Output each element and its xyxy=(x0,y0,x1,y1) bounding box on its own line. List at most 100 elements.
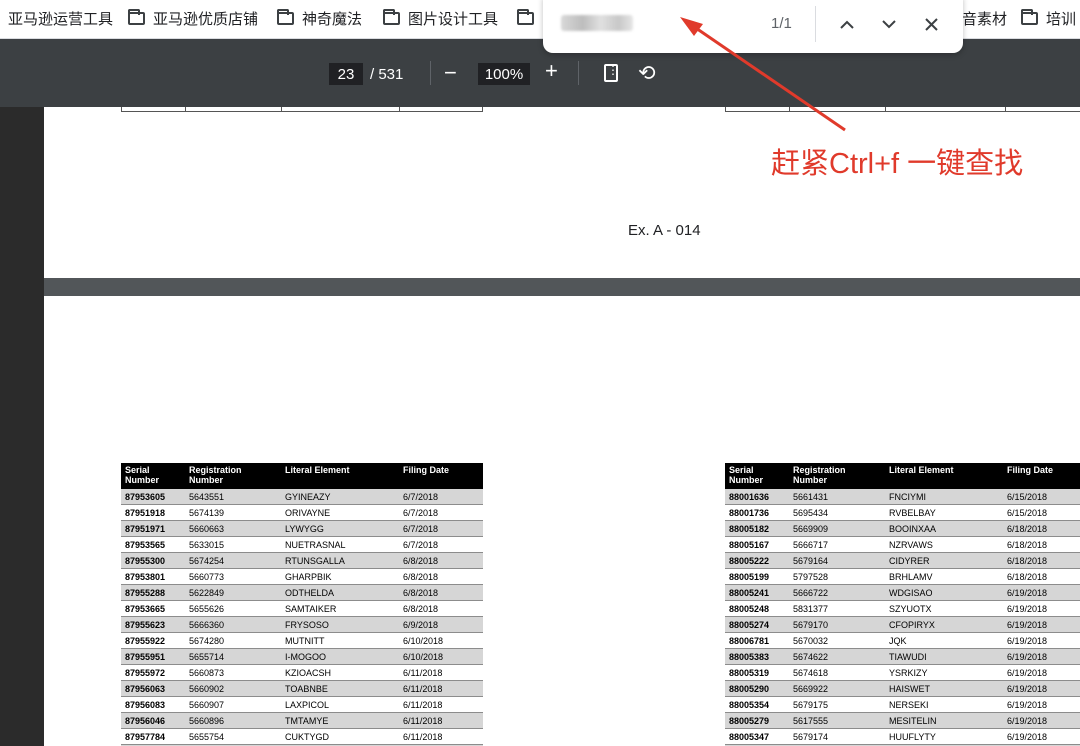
table-row: 87956083 5660907 LAXPICOL 6/11/2018 xyxy=(121,696,483,713)
bookmark-folder[interactable] xyxy=(517,8,542,28)
table-cell: 5655754 xyxy=(185,728,281,745)
page-number-input[interactable]: 23 xyxy=(329,63,363,85)
find-next-button[interactable] xyxy=(875,10,903,38)
table-row: 88006781 5670032 JQK 6/19/2018 xyxy=(725,632,1080,649)
table-cell: 6/10/2018 xyxy=(399,632,483,649)
table-cell: 5831377 xyxy=(789,600,885,617)
table-cell: 88005274 xyxy=(725,616,789,633)
column-header: Registration Number xyxy=(185,463,281,489)
column-header: Literal Element xyxy=(885,463,1003,489)
annotation-text: 赶紧Ctrl+f 一键查找 xyxy=(771,148,1024,180)
table-cell: 5674622 xyxy=(789,648,885,665)
table-cell: 6/19/2018 xyxy=(1003,600,1080,617)
table-cell: 5674280 xyxy=(185,632,281,649)
table-cell: 6/7/2018 xyxy=(399,504,483,521)
table-cell: 5617555 xyxy=(789,712,885,729)
column-header: Filing Date xyxy=(1003,463,1080,489)
table-cell: MUTNITT xyxy=(281,632,399,649)
table-cell: TIAWUDI xyxy=(885,648,1003,665)
table-cell: SZYUOTX xyxy=(885,600,1003,617)
table-row: 88005274 5679170 CFOPIRYX 6/19/2018 xyxy=(725,616,1080,633)
right-data-table: Serial Number Registration Number Literal … xyxy=(725,463,1080,746)
pdf-viewer[interactable]: Ex. A - 014 Serial Number Registration Nu… xyxy=(0,107,1080,746)
table-cell: LYWYGG xyxy=(281,520,399,537)
table-row: 87955623 5666360 FRYSOSO 6/9/2018 xyxy=(121,616,483,633)
table-cell: 5669909 xyxy=(789,520,885,537)
table-cell: 5797528 xyxy=(789,568,885,585)
folder-icon xyxy=(277,8,294,25)
bookmark-folder[interactable]: 神奇魔法 xyxy=(277,8,362,28)
table-cell: 6/19/2018 xyxy=(1003,728,1080,745)
column-header: Literal Element xyxy=(281,463,399,489)
table-row: 87955951 5655714 I-MOGOO 6/10/2018 xyxy=(121,648,483,665)
table-row: 87956063 5660902 TOABNBE 6/11/2018 xyxy=(121,680,483,697)
bookmark-label: 培训 xyxy=(1046,10,1077,28)
column-header: Registration Number xyxy=(789,463,885,489)
toolbar-divider xyxy=(430,61,431,85)
bookmark-item[interactable]: 亚马逊运营工具 xyxy=(8,8,113,28)
fit-page-icon[interactable] xyxy=(604,63,619,82)
table-cell: 87953565 xyxy=(121,536,185,553)
table-cell: 5674139 xyxy=(185,504,281,521)
column-header: Filing Date xyxy=(399,463,483,489)
table-cell: CFOPIRYX xyxy=(885,616,1003,633)
table-cell: GYINEAZY xyxy=(281,489,399,505)
table-cell: 87956083 xyxy=(121,696,185,713)
chevron-down-icon xyxy=(882,19,896,28)
table-cell: 88005354 xyxy=(725,696,789,713)
table-cell: 6/11/2018 xyxy=(399,680,483,697)
table-cell: 88001736 xyxy=(725,504,789,521)
table-cell: 6/7/2018 xyxy=(399,536,483,553)
rotate-icon[interactable]: ⟲ xyxy=(638,61,656,86)
bookmark-folder[interactable]: 图片设计工具 xyxy=(383,8,498,28)
find-previous-button[interactable] xyxy=(833,10,861,38)
bookmark-item[interactable]: 音素材 xyxy=(962,8,1007,28)
table-cell: 87953605 xyxy=(121,489,185,505)
table-cell: BOOINXAA xyxy=(885,520,1003,537)
table-cell: 6/19/2018 xyxy=(1003,664,1080,681)
table-cell: 6/19/2018 xyxy=(1003,680,1080,697)
table-cell: 6/10/2018 xyxy=(399,648,483,665)
zoom-level-input[interactable]: 100% xyxy=(478,63,530,85)
table-cell: 87956063 xyxy=(121,680,185,697)
table-cell: 88005167 xyxy=(725,536,789,553)
table-cell: 6/11/2018 xyxy=(399,728,483,745)
table-row: 88005290 5669922 HAISWET 6/19/2018 xyxy=(725,680,1080,697)
find-close-button[interactable] xyxy=(917,10,945,38)
table-cell: 87955288 xyxy=(121,584,185,601)
table-cell: 6/8/2018 xyxy=(399,552,483,569)
toolbar-divider xyxy=(578,61,579,85)
table-row: 87951918 5674139 ORIVAYNE 6/7/2018 xyxy=(121,504,483,521)
table-row: 88005182 5669909 BOOINXAA 6/18/2018 xyxy=(725,520,1080,537)
table-cell: 5666722 xyxy=(789,584,885,601)
table-cell: 5660663 xyxy=(185,520,281,537)
table-cell: 5666360 xyxy=(185,616,281,633)
table-row: 88001636 5661431 FNCIYMI 6/15/2018 xyxy=(725,489,1080,505)
table-cell: 87955922 xyxy=(121,632,185,649)
table-row: 88005347 5679174 HUUFLYTY 6/19/2018 xyxy=(725,728,1080,745)
table-cell: 5655626 xyxy=(185,600,281,617)
table-cell: 88005290 xyxy=(725,680,789,697)
bookmark-label: 神奇魔法 xyxy=(302,10,363,28)
bookmark-folder[interactable]: 亚马逊优质店铺 xyxy=(128,8,258,28)
find-divider xyxy=(815,6,816,42)
bookmark-label: 音素材 xyxy=(962,10,1008,28)
table-cell: NERSEKI xyxy=(885,696,1003,713)
table-cell: SAMTAIKER xyxy=(281,600,399,617)
bookmark-folder[interactable]: 培训 xyxy=(1021,8,1076,28)
table-cell: 6/11/2018 xyxy=(399,664,483,681)
table-cell: 88005182 xyxy=(725,520,789,537)
table-cell: 87955623 xyxy=(121,616,185,633)
find-bar: 1/1 xyxy=(543,0,963,53)
table-cell: 5679164 xyxy=(789,552,885,569)
zoom-out-button[interactable]: − xyxy=(444,60,457,86)
table-cell: 5669922 xyxy=(789,680,885,697)
table-row: 87956046 5660896 TMTAMYE 6/11/2018 xyxy=(121,712,483,729)
table-cell: 6/19/2018 xyxy=(1003,696,1080,713)
folder-icon xyxy=(128,8,145,25)
zoom-in-button[interactable]: + xyxy=(545,58,558,84)
table-cell: ODTHELDA xyxy=(281,584,399,601)
table-cell: 5674254 xyxy=(185,552,281,569)
table-cell: RVBELBAY xyxy=(885,504,1003,521)
table-cell: LAXPICOL xyxy=(281,696,399,713)
